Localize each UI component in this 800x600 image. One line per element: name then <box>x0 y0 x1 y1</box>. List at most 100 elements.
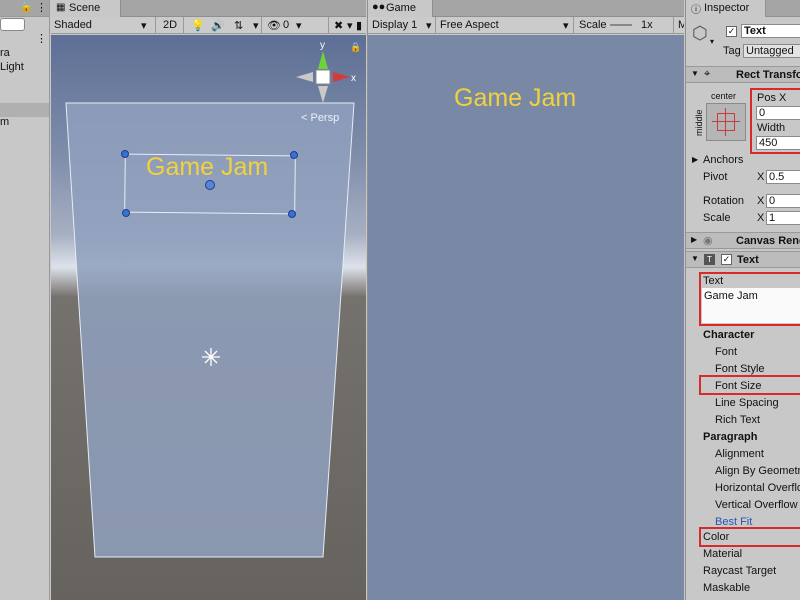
gizmo-y-label: y <box>320 40 325 51</box>
font-style-label: Font Style <box>715 363 765 375</box>
tab-scene-label: Scene <box>69 2 101 14</box>
scene-text-object[interactable]: Game Jam <box>146 153 268 182</box>
chevron-down-icon: ▾ <box>347 20 353 32</box>
rect-handle[interactable] <box>288 210 296 218</box>
raycast-target-label: Raycast Target <box>703 565 777 577</box>
chevron-down-icon: ▼ <box>691 254 699 263</box>
scene-tab-strip: ▦ Scene <box>51 0 366 17</box>
tab-game[interactable]: ●● Game <box>368 0 433 17</box>
display-dropdown[interactable]: Display 1 <box>372 19 417 31</box>
object-name-field[interactable]: Text <box>741 24 800 38</box>
pivot-x-field[interactable]: 0.5 <box>766 170 800 184</box>
maximize-toggle[interactable]: M <box>678 19 684 31</box>
inspector-tab-strip: ⓘ Inspector <box>686 0 800 17</box>
rect-handle[interactable] <box>290 151 298 159</box>
scene-viewport[interactable]: Game Jam < Persp y x 🔒 <box>51 35 366 600</box>
text-component-title: Text <box>737 254 759 266</box>
rotation-x-field[interactable]: 0 <box>766 194 800 208</box>
eye-icon: ◉ <box>703 235 713 247</box>
more-menu-icon[interactable]: ⋮ <box>36 1 47 14</box>
hierarchy-item[interactable]: ra <box>0 47 10 59</box>
rect-handle[interactable] <box>122 209 130 217</box>
scene-grid-icon: ▦ <box>56 2 66 13</box>
text-enabled-checkbox[interactable]: ✓ <box>721 254 732 265</box>
scale-slider[interactable] <box>610 24 632 26</box>
effects-toggle-icon[interactable]: ⇅ <box>234 19 243 32</box>
tab-inspector[interactable]: ⓘ Inspector <box>686 0 766 17</box>
character-section-label: Character <box>703 329 755 341</box>
tab-scene[interactable]: ▦ Scene <box>51 0 121 17</box>
hierarchy-item[interactable]: Light <box>0 61 24 73</box>
pivot-label: Pivot <box>703 171 728 183</box>
text-component-header[interactable]: ▼ T ✓ Text <box>686 251 800 268</box>
lock-icon[interactable]: 🔓 <box>20 2 32 13</box>
chevron-down-icon: ▾ <box>563 20 569 32</box>
lighting-toggle-icon[interactable]: 💡 <box>191 19 205 32</box>
game-text-object: Game Jam <box>454 84 577 112</box>
hidden-count: 0 <box>283 19 290 31</box>
game-tab-strip: ●● Game <box>368 0 684 17</box>
material-label: Material <box>703 548 743 560</box>
tag-dropdown[interactable]: Untagged <box>743 44 800 58</box>
posx-field[interactable]: 0 <box>756 106 800 120</box>
chevron-right-icon: ▶ <box>692 155 699 164</box>
chevron-down-icon: ▾ <box>253 20 259 32</box>
color-label: Color <box>703 531 730 543</box>
hierarchy-selected-row[interactable] <box>0 103 49 117</box>
width-label: Width <box>757 122 786 134</box>
scene-toolbar: Shaded ▾ 2D 💡 🔊 ⇅ ▾ 👁 0 ▾ ✖ ▾ ▮ <box>51 17 366 34</box>
anchor-preset-button[interactable] <box>706 103 746 141</box>
scale-value: 1x <box>641 19 653 31</box>
mode-2d-button[interactable]: 2D <box>163 19 177 31</box>
visibility-hidden-icon[interactable]: 👁 <box>267 19 281 32</box>
scale-label: Scale <box>703 212 731 224</box>
rect-transform-title: Rect Transfo <box>736 69 800 81</box>
gizmo-x-label: x <box>351 73 356 84</box>
text-component-icon: T <box>704 254 715 265</box>
tag-label: Tag <box>723 45 741 57</box>
tools-icon[interactable]: ✖ <box>334 19 343 32</box>
hierarchy-panel: 🔓 ⋮ ⋮ ra Light m <box>0 0 50 600</box>
chevron-right-icon: ▶ <box>691 235 698 244</box>
scale-x-field[interactable]: 1 <box>766 211 800 225</box>
rotation-x-label: X <box>757 195 765 207</box>
camera-icon[interactable]: ▮ <box>356 19 362 32</box>
paragraph-section-label: Paragraph <box>703 431 758 443</box>
aspect-dropdown[interactable]: Free Aspect <box>440 19 499 31</box>
rich-text-label: Rich Text <box>715 414 761 426</box>
anchor-v-label: middle <box>694 109 704 136</box>
hierarchy-item[interactable]: m <box>0 116 9 128</box>
scene-panel: ▦ Scene Shaded ▾ 2D 💡 🔊 ⇅ ▾ 👁 0 ▾ ✖ ▾ ▮ <box>51 0 366 600</box>
persp-label[interactable]: < Persp <box>301 112 339 124</box>
scale-label: Scale <box>579 19 607 31</box>
chevron-down-icon: ▼ <box>691 69 699 78</box>
pivot-x-label: X <box>757 171 765 183</box>
gamepad-icon: ●● <box>372 1 386 13</box>
text-content-area[interactable]: Game Jam <box>702 288 800 323</box>
maskable-label: Maskable <box>703 582 751 594</box>
chevron-down-icon: ▾ <box>710 37 715 46</box>
orientation-gizmo[interactable]: y x 🔒 <box>291 39 363 109</box>
anchors-foldout[interactable]: Anchors <box>703 154 743 166</box>
info-icon: ⓘ <box>691 5 701 16</box>
rect-transform-icon: ⌖ <box>704 68 711 80</box>
active-checkbox[interactable]: ✓ <box>726 26 737 37</box>
shading-mode-dropdown[interactable]: Shaded <box>54 19 92 31</box>
hierarchy-search-input[interactable] <box>0 18 25 31</box>
rect-handle[interactable] <box>121 150 129 158</box>
horizontal-overflow-label: Horizontal Overflo <box>715 482 800 494</box>
alignment-label: Alignment <box>715 448 764 460</box>
cube-icon: ⬡ <box>692 23 708 43</box>
posx-label: Pos X <box>757 92 787 104</box>
canvas-renderer-header[interactable]: ▶ ◉ Canvas Rend <box>686 232 800 249</box>
audio-toggle-icon[interactable]: 🔊 <box>211 19 225 32</box>
hierarchy-menu-icon[interactable]: ⋮ <box>36 32 47 45</box>
hierarchy-tab-strip: 🔓 ⋮ <box>0 0 49 17</box>
chevron-down-icon: ▾ <box>296 20 302 32</box>
tab-game-label: Game <box>386 2 416 14</box>
chevron-down-icon: ▾ <box>426 20 432 32</box>
width-field[interactable]: 450 <box>756 136 800 150</box>
rect-transform-header[interactable]: ▼ ⌖ Rect Transfo <box>686 66 800 83</box>
game-viewport[interactable]: Game Jam <box>368 35 684 600</box>
gizmo-lock-icon: 🔒 <box>350 42 361 53</box>
